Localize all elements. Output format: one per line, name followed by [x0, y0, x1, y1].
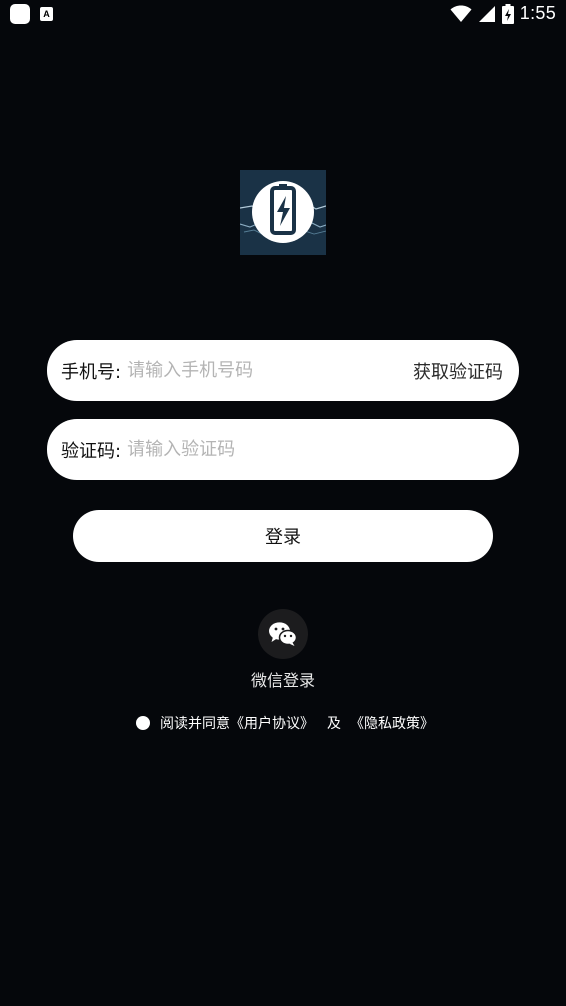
phone-field: 手机号: 获取验证码 — [47, 340, 519, 401]
code-field: 验证码: — [47, 419, 519, 480]
status-bar: A 1:55 — [0, 0, 566, 30]
login-button-label: 登录 — [265, 527, 301, 548]
status-bar-right: 1:55 — [450, 3, 556, 24]
signal-icon — [478, 5, 495, 22]
phone-input[interactable] — [125, 359, 413, 382]
wechat-login-button[interactable] — [258, 609, 308, 659]
code-field-label: 验证码: — [61, 440, 122, 462]
agreement-and: 及 — [327, 716, 341, 732]
phone-field-label: 手机号: — [61, 361, 122, 383]
agreement-prefix: 阅读并同意 — [160, 716, 230, 732]
app-logo — [240, 170, 326, 255]
privacy-policy-link[interactable]: 《隐私政策》 — [350, 713, 434, 733]
get-code-button[interactable]: 获取验证码 — [413, 358, 503, 384]
agreement-row: 阅读并同意 《用户协议》 及 《隐私政策》 — [136, 713, 434, 733]
battery-charging-icon — [501, 3, 514, 24]
status-time: 1:55 — [519, 3, 556, 23]
a-notification-icon: A — [40, 7, 53, 21]
agreement-radio[interactable] — [136, 716, 150, 730]
wechat-icon — [269, 622, 298, 646]
wechat-login-label: 微信登录 — [250, 671, 315, 690]
user-agreement-link[interactable]: 《用户协议》 — [230, 713, 314, 733]
status-bar-left: A — [10, 4, 53, 24]
app-square-icon — [10, 4, 30, 24]
login-button[interactable]: 登录 — [73, 510, 493, 562]
wifi-icon — [450, 5, 472, 22]
code-input[interactable] — [125, 438, 503, 461]
